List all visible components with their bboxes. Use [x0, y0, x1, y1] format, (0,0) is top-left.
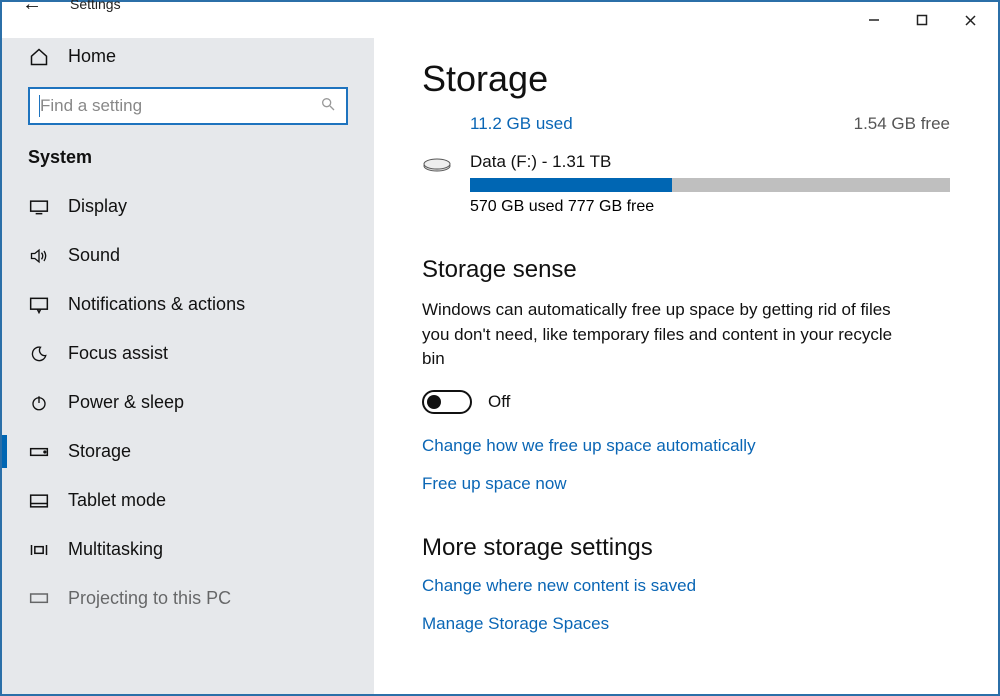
nav-label: Projecting to this PC [68, 588, 231, 609]
category-heading: System [2, 143, 374, 182]
nav-tablet-mode[interactable]: Tablet mode [2, 476, 374, 525]
tablet-icon [28, 493, 50, 509]
link-change-save-location[interactable]: Change where new content is saved [422, 576, 950, 596]
search-input[interactable] [28, 87, 348, 125]
storage-sense-toggle[interactable] [422, 390, 472, 414]
nav-storage[interactable]: Storage [2, 427, 374, 476]
drive-usage-bar [470, 178, 950, 192]
power-icon [28, 394, 50, 412]
sidebar: ← Settings Home System Display [2, 38, 374, 694]
hard-drive-icon [422, 152, 452, 181]
home-label: Home [68, 46, 116, 67]
toggle-state-label: Off [488, 392, 510, 412]
drive-f[interactable]: Data (F:) - 1.31 TB 570 GB used 777 GB f… [422, 152, 950, 216]
storage-sense-description: Windows can automatically free up space … [422, 298, 912, 372]
nav-label: Storage [68, 441, 131, 462]
drive-used-link[interactable]: 11.2 GB used [470, 114, 573, 134]
drive-used-link[interactable]: 570 GB used [470, 198, 563, 215]
nav-sound[interactable]: Sound [2, 231, 374, 280]
notifications-icon [28, 296, 50, 314]
projecting-icon [28, 592, 50, 606]
storage-icon [28, 446, 50, 458]
close-button[interactable] [946, 4, 994, 36]
nav-list: Display Sound Notifications & actions Fo… [2, 182, 374, 609]
multitasking-icon [28, 542, 50, 558]
more-storage-heading: More storage settings [422, 534, 950, 562]
link-manage-storage-spaces[interactable]: Manage Storage Spaces [422, 614, 950, 634]
sound-icon [28, 247, 50, 265]
nav-label: Power & sleep [68, 392, 184, 413]
maximize-button[interactable] [898, 4, 946, 36]
monitor-icon [28, 199, 50, 215]
nav-multitasking[interactable]: Multitasking [2, 525, 374, 574]
nav-notifications[interactable]: Notifications & actions [2, 280, 374, 329]
home-icon [28, 47, 50, 67]
drive-c-summary[interactable]: 11.2 GB used 1.54 GB free [422, 114, 950, 134]
drive-free: 1.54 GB free [854, 114, 950, 134]
nav-projecting[interactable]: Projecting to this PC [2, 574, 374, 609]
nav-power-sleep[interactable]: Power & sleep [2, 378, 374, 427]
moon-icon [28, 345, 50, 363]
storage-sense-heading: Storage sense [422, 256, 950, 284]
home-nav[interactable]: Home [2, 4, 374, 79]
nav-label: Notifications & actions [68, 294, 245, 315]
search-field[interactable] [40, 96, 320, 116]
main-content: Storage 11.2 GB used 1.54 GB free Data (… [374, 38, 998, 694]
drive-free: 777 GB free [568, 198, 654, 215]
nav-focus-assist[interactable]: Focus assist [2, 329, 374, 378]
nav-label: Tablet mode [68, 490, 166, 511]
minimize-button[interactable] [850, 4, 898, 36]
nav-label: Focus assist [68, 343, 168, 364]
nav-label: Sound [68, 245, 120, 266]
drive-name: Data (F:) - 1.31 TB [470, 152, 950, 172]
link-change-free-up[interactable]: Change how we free up space automaticall… [422, 436, 950, 456]
nav-label: Multitasking [68, 539, 163, 560]
link-free-up-now[interactable]: Free up space now [422, 474, 950, 494]
nav-label: Display [68, 196, 127, 217]
nav-display[interactable]: Display [2, 182, 374, 231]
page-title: Storage [422, 58, 950, 100]
search-icon [320, 96, 336, 117]
